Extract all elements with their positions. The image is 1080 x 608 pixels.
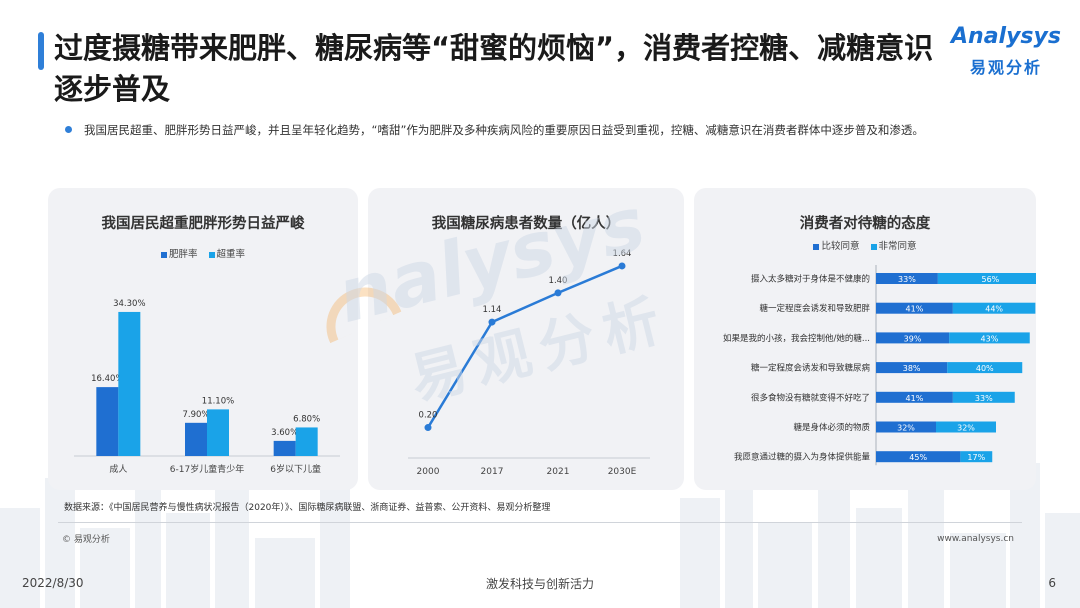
data-label: 38% [903, 364, 921, 373]
bar-obesity [96, 387, 119, 456]
x-tick-label: 2030E [608, 467, 637, 477]
data-label: 6.80% [293, 414, 320, 424]
x-tick-label: 2017 [481, 467, 504, 477]
data-label: 39% [904, 334, 922, 343]
data-label: 34.30% [113, 299, 145, 309]
website-link[interactable]: www.analysys.cn [937, 534, 1014, 544]
data-label: 56% [981, 275, 999, 284]
data-point [488, 318, 496, 326]
copyright: © 易观分析 [62, 535, 110, 545]
brand-logo-en: Analysys [951, 24, 1061, 49]
series-line-diabetes [426, 264, 623, 429]
diabetes-line-chart: 0.20 2000 1.14 2017 1.40 2021 1.64 2030E [408, 249, 650, 477]
y-tick-label: 糖一定程度会诱发和导致糖尿病 [751, 363, 871, 374]
data-label: 43% [981, 334, 999, 343]
y-tick-label: 我愿意通过糖的摄入为身体提供能量 [734, 452, 871, 463]
x-tick-label: 6岁以下儿童 [270, 463, 321, 475]
data-label: 44% [985, 305, 1003, 314]
obesity-bar-chart: 16.40%34.30%成人7.90%11.10%6-17岁儿童青少年3.60%… [74, 299, 340, 475]
y-tick-label: 很多食物没有糖就变得不好吃了 [751, 392, 870, 403]
data-label: 45% [909, 453, 927, 462]
y-tick-label: 糖是身体必须的物质 [793, 422, 870, 433]
data-point [424, 424, 432, 432]
title-accent-bar [38, 32, 44, 70]
data-point [618, 262, 626, 270]
x-tick-label: 成人 [109, 463, 127, 475]
data-label: 1.14 [483, 305, 502, 315]
x-tick-label: 6-17岁儿童青少年 [170, 463, 244, 475]
bar-overweight [295, 427, 318, 456]
data-point [554, 289, 562, 297]
data-label: 17% [967, 453, 985, 462]
footer-slogan: 激发科技与创新活力 [485, 577, 594, 591]
page-number: 6 [1048, 576, 1056, 590]
data-label: 32% [897, 424, 915, 433]
bar-obesity [185, 422, 207, 456]
bar-obesity [273, 440, 296, 456]
x-tick-label: 2000 [417, 467, 440, 477]
data-label: 41% [906, 305, 924, 314]
data-label: 32% [957, 424, 975, 433]
page-title: 过度摄糖带来肥胖、糖尿病等“甜蜜的烦恼”，消费者控糖、减糖意识逐步普及 [54, 31, 934, 106]
y-tick-label: 糖一定程度会诱发和导致肥胖 [759, 303, 870, 314]
footer-divider [58, 522, 1022, 523]
data-label: 11.10% [202, 396, 234, 406]
bar-overweight [207, 409, 229, 456]
bar-overweight [118, 311, 141, 456]
attitude-bar-chart: 摄入太多糖对于身体是不健康的 33% 56% 糖一定程度会诱发和导致肥胖 41% 44% 如… [723, 265, 1036, 466]
data-label: 0.20 [419, 411, 438, 421]
summary-bullet: 我国居民超重、肥胖形势日益严峻，并且呈年轻化趋势，“嗜甜”作为肥胖及多种疾病风险… [84, 123, 924, 137]
data-label: 33% [898, 275, 916, 284]
data-label: 41% [906, 394, 924, 403]
data-source: 数据来源：《中国居民营养与慢性病状况报告（2020年）》、国际糖尿病联盟、浙商证… [64, 503, 551, 513]
panel-obesity-chart: 我国居民超重肥胖形势日益严峻 肥胖率 超重率 16.40% 34.30% 成人 7.9… [48, 188, 358, 490]
y-tick-label: 如果是我的小孩，我会控制他/她的糖... [723, 333, 870, 344]
data-label: 3.60% [271, 428, 298, 438]
data-label: 1.64 [613, 249, 632, 259]
brand-logo-cn: 易观分析 [969, 58, 1042, 77]
panel-diabetes-chart: 我国糖尿病患者数量（亿人） 0.20 2000 1.14 2017 1.40 2021 1.… [368, 188, 684, 490]
data-label: 7.90% [182, 410, 209, 420]
data-label: 40% [976, 364, 994, 373]
x-tick-label: 2021 [547, 467, 570, 477]
panel-attitude-chart: 消费者对待糖的态度 比较同意 非常同意 摄入太多糖对于身体是不健康的 33% 56%… [694, 188, 1036, 490]
brand-logo: Analysys 易观分析 [946, 24, 1066, 80]
bullet-dot-icon [65, 126, 72, 133]
data-label: 1.40 [549, 276, 568, 286]
y-tick-label: 摄入太多糖对于身体是不健康的 [751, 274, 870, 285]
data-label: 33% [975, 394, 993, 403]
